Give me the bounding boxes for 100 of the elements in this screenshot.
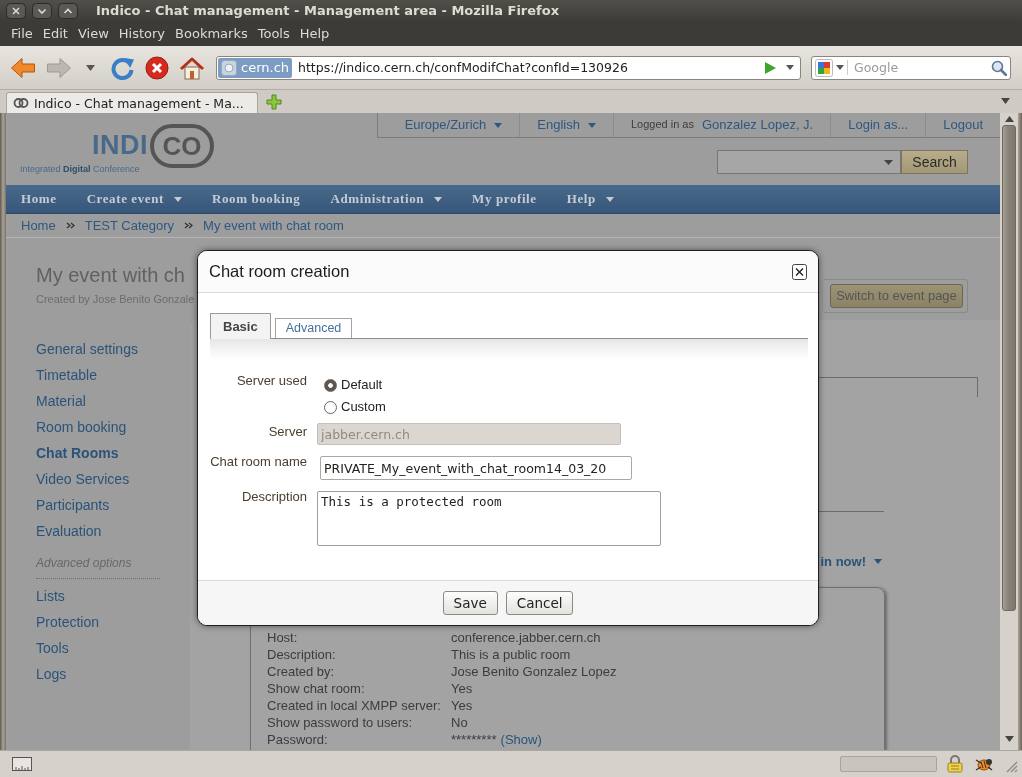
- detail-label: Show chat room:: [267, 679, 366, 697]
- sidebar-link[interactable]: Protection: [36, 609, 190, 635]
- detail-label: Password:: [267, 730, 329, 748]
- sidebar-link[interactable]: Chat Rooms: [36, 440, 190, 466]
- caret-icon[interactable]: [86, 64, 95, 71]
- browser-tab[interactable]: Indico - Chat management - Ma...: [6, 92, 258, 113]
- dialog-tab[interactable]: Advanced: [274, 318, 353, 338]
- nav-menu-item[interactable]: Help: [551, 191, 629, 207]
- maximize-icon[interactable]: [58, 3, 78, 19]
- search-field[interactable]: [717, 150, 901, 174]
- sidebar-link[interactable]: Timetable: [36, 362, 190, 388]
- address-input[interactable]: https://indico.cern.ch/confModifChat?confId=130926: [292, 60, 765, 75]
- nav-menu-item[interactable]: Administration: [315, 191, 458, 207]
- detail-label: Show password to users:: [267, 713, 414, 731]
- caret-icon: [173, 196, 182, 202]
- menu-item[interactable]: Bookmarks: [170, 25, 253, 43]
- address-bar[interactable]: cern.ch https://indico.cern.ch/confModifChat?confId=130926: [216, 55, 801, 80]
- radio-button[interactable]: [324, 400, 337, 414]
- scroll-down-icon[interactable]: [1004, 736, 1014, 742]
- menu-item[interactable]: Edit: [37, 25, 73, 43]
- close-icon[interactable]: [792, 263, 807, 280]
- breadcrumb-link[interactable]: Home: [21, 217, 56, 234]
- back-arrow-icon[interactable]: [10, 55, 36, 80]
- radio-button[interactable]: [324, 378, 337, 392]
- sidebar-link[interactable]: Logs: [36, 661, 190, 687]
- detail-value: conference.jabber.cern.ch: [451, 628, 602, 646]
- stop-icon[interactable]: [145, 55, 169, 80]
- window-title: Indico - Chat management - Management area - Mozilla Firefox: [96, 3, 560, 19]
- sidebar-link[interactable]: Lists: [36, 583, 190, 609]
- text-field: jabber.cern.ch: [317, 423, 621, 445]
- menu-item[interactable]: History: [113, 25, 171, 43]
- menu-item[interactable]: View: [72, 25, 114, 43]
- detail-label: Host:: [267, 628, 299, 646]
- go-arrow-icon[interactable]: [765, 61, 776, 74]
- header-link[interactable]: English: [537, 117, 596, 133]
- caret-icon: [587, 122, 596, 128]
- detail-value: This is a public room: [451, 645, 572, 663]
- search-icon[interactable]: [991, 59, 1007, 76]
- caret-icon[interactable]: [1001, 98, 1010, 104]
- logo-wordmark: INDI: [92, 132, 148, 159]
- search-engine-icon[interactable]: [815, 58, 833, 77]
- sidebar-link[interactable]: Video Services: [36, 466, 190, 492]
- menu-item[interactable]: Tools: [252, 25, 295, 43]
- join-link[interactable]: in now!: [820, 554, 882, 570]
- ruler-icon: [12, 757, 32, 771]
- field-label: Server: [267, 423, 307, 439]
- sidebar-link[interactable]: Tools: [36, 635, 190, 661]
- scroll-up-icon[interactable]: [1004, 116, 1014, 122]
- field-label: Chat room name: [210, 453, 307, 469]
- nav-menu-item[interactable]: Create event: [71, 191, 197, 207]
- header-link[interactable]: Europe/Zurich: [404, 117, 503, 133]
- padlock-icon: [947, 755, 963, 773]
- rings-icon: [13, 97, 29, 109]
- caret-icon[interactable]: [786, 65, 794, 70]
- menu-item[interactable]: Help: [294, 25, 335, 43]
- scrollbar-track[interactable]: [1000, 113, 1018, 750]
- search-input[interactable]: Google: [847, 60, 988, 75]
- nav-menu-item[interactable]: My profile: [457, 191, 552, 207]
- search-bar[interactable]: Google: [811, 55, 1011, 80]
- bug-icon[interactable]: [974, 756, 994, 772]
- caret-icon[interactable]: [836, 65, 844, 70]
- dialog-button[interactable]: Cancel: [505, 591, 574, 615]
- double-chevron-icon: [65, 222, 75, 229]
- breadcrumb-link[interactable]: TEST Category: [84, 217, 175, 234]
- caret-icon: [605, 196, 614, 202]
- sidebar-link[interactable]: Material: [36, 388, 190, 414]
- description-field[interactable]: This is a protected room: [317, 491, 661, 546]
- logo-ring-wordmark: CO: [150, 124, 214, 168]
- breadcrumb-link[interactable]: My event with chat room: [203, 217, 344, 234]
- dialog-tab[interactable]: Basic: [210, 313, 271, 339]
- menu-item[interactable]: File: [6, 25, 38, 43]
- logo-tagline: Integrated Digital Conference: [20, 164, 140, 175]
- detail-label: Created by:: [267, 662, 336, 680]
- dialog-button[interactable]: Save: [442, 591, 498, 615]
- sidebar-link[interactable]: Evaluation: [36, 518, 190, 544]
- nav-menu-item[interactable]: Home: [6, 191, 72, 207]
- identity-box[interactable]: cern.ch: [218, 57, 293, 78]
- search-button[interactable]: Search: [901, 150, 968, 174]
- detail-label: Description:: [267, 645, 337, 663]
- header-link[interactable]: Login as...: [848, 117, 909, 133]
- sidebar-link[interactable]: General settings: [36, 336, 190, 362]
- field-label: Server used: [235, 373, 307, 388]
- text-field[interactable]: PRIVATE_My_event_with_chat_room14_03_20: [320, 456, 632, 480]
- sidebar-link[interactable]: Participants: [36, 492, 190, 518]
- nav-menu-item[interactable]: Room booking: [196, 191, 316, 207]
- sidebar-link[interactable]: Room booking: [36, 414, 190, 440]
- option-label: Custom: [341, 399, 386, 415]
- resize-grip-icon[interactable]: [1006, 761, 1018, 773]
- scrollbar-thumb[interactable]: [1002, 125, 1016, 611]
- minimize-icon[interactable]: [32, 3, 52, 19]
- caret-icon: [434, 196, 443, 202]
- switch-to-event-button[interactable]: Switch to event page: [830, 284, 963, 308]
- option-label: Default: [341, 377, 383, 393]
- house-icon[interactable]: [179, 55, 205, 80]
- close-icon[interactable]: [6, 3, 26, 19]
- show-password-link[interactable]: (Show): [500, 730, 542, 748]
- event-title: My event with ch: [36, 263, 186, 287]
- header-link[interactable]: Logout: [943, 117, 983, 133]
- user-link[interactable]: Gonzalez Lopez, J.: [701, 117, 814, 133]
- detail-value: Yes: [451, 696, 474, 714]
